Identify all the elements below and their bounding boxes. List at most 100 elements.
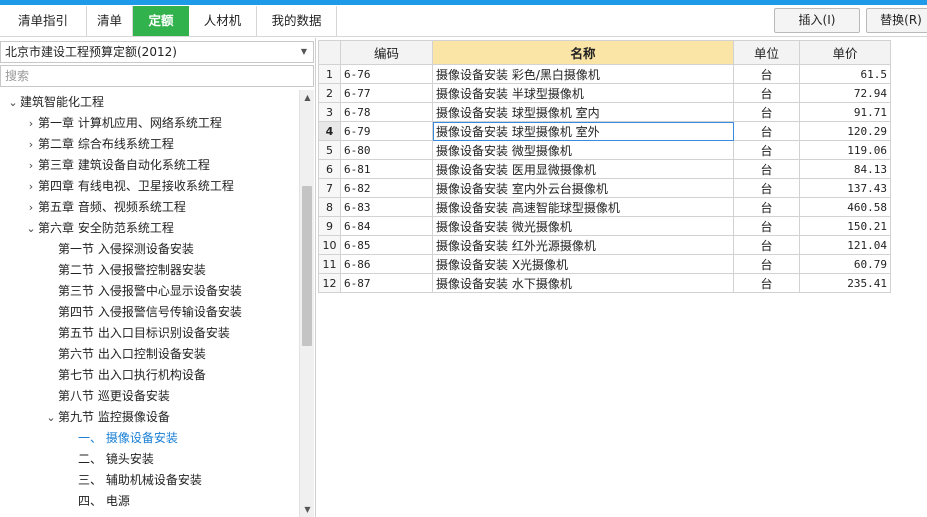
cell-name[interactable]: 摄像设备安装 水下摄像机	[432, 273, 734, 293]
cell-unit[interactable]: 台	[733, 216, 800, 236]
cell-code[interactable]: 6-81	[340, 159, 433, 179]
cell-name[interactable]: 摄像设备安装 室内外云台摄像机	[432, 178, 734, 198]
tree-node[interactable]: 第三节 入侵报警中心显示设备安装	[44, 281, 242, 302]
replace-button[interactable]: 替换(R)	[866, 8, 927, 33]
column-header-code[interactable]: 编码	[340, 40, 433, 65]
cell-code[interactable]: 6-77	[340, 83, 433, 103]
cell-price[interactable]: 60.79	[799, 254, 891, 274]
scroll-down-icon[interactable]: ▼	[300, 502, 315, 517]
tree-node[interactable]: › 第四章 有线电视、卫星接收系统工程	[24, 176, 234, 197]
tree-node[interactable]: › 第五章 音频、视频系统工程	[24, 197, 186, 218]
tab-labor-material-machine[interactable]: 人材机	[189, 6, 257, 36]
collapse-chevron-icon[interactable]: ⌄	[44, 407, 58, 428]
table-row[interactable]: 4 6-79 摄像设备安装 球型摄像机 室外台 120.29	[318, 121, 891, 141]
collapse-chevron-icon[interactable]: ⌄	[24, 218, 38, 239]
tree-node[interactable]: › 第二章 综合布线系统工程	[24, 134, 174, 155]
tab-bill[interactable]: 清单	[87, 6, 133, 36]
table-row[interactable]: 6 6-81 摄像设备安装 医用显微摄像机台 84.13	[318, 159, 891, 179]
cell-price[interactable]: 121.04	[799, 235, 891, 255]
cell-unit[interactable]: 台	[733, 140, 800, 160]
tree-node[interactable]: 第一节 入侵探测设备安装	[44, 239, 194, 260]
cell-name[interactable]: 摄像设备安装 微光摄像机	[432, 216, 734, 236]
table-row[interactable]: 12 6-87 摄像设备安装 水下摄像机台 235.41	[318, 273, 891, 293]
cell-code[interactable]: 6-82	[340, 178, 433, 198]
cell-unit[interactable]: 台	[733, 159, 800, 179]
table-row[interactable]: 10 6-85 摄像设备安装 红外光源摄像机台 121.04	[318, 235, 891, 255]
column-header-price[interactable]: 单价	[799, 40, 891, 65]
tab-quota[interactable]: 定额	[133, 6, 189, 36]
cell-code[interactable]: 6-86	[340, 254, 433, 274]
tree-node[interactable]: 第五节 出入口目标识别设备安装	[44, 323, 230, 344]
tree-scrollbar[interactable]: ▲ ▼	[299, 90, 314, 517]
cell-unit[interactable]: 台	[733, 273, 800, 293]
expand-chevron-icon[interactable]: ›	[24, 155, 38, 176]
cell-code[interactable]: 6-80	[340, 140, 433, 160]
table-row[interactable]: 5 6-80 摄像设备安装 微型摄像机台 119.06	[318, 140, 891, 160]
tree-node[interactable]: ⌄ 建筑智能化工程	[6, 92, 104, 113]
cell-name[interactable]: 摄像设备安装 球型摄像机 室外	[432, 121, 734, 141]
cell-name[interactable]: 摄像设备安装 高速智能球型摄像机	[432, 197, 734, 217]
cell-name[interactable]: 摄像设备安装 X光摄像机	[432, 254, 734, 274]
tree-node[interactable]: 第四节 入侵报警信号传输设备安装	[44, 302, 242, 323]
cell-price[interactable]: 61.5	[799, 64, 891, 84]
tree-node[interactable]: › 第一章 计算机应用、网络系统工程	[24, 113, 222, 134]
cell-unit[interactable]: 台	[733, 235, 800, 255]
cell-unit[interactable]: 台	[733, 178, 800, 198]
cell-name[interactable]: 摄像设备安装 半球型摄像机	[432, 83, 734, 103]
table-row[interactable]: 9 6-84 摄像设备安装 微光摄像机台 150.21	[318, 216, 891, 236]
expand-chevron-icon[interactable]: ›	[24, 113, 38, 134]
cell-code[interactable]: 6-84	[340, 216, 433, 236]
scroll-up-icon[interactable]: ▲	[300, 90, 315, 105]
column-header-name[interactable]: 名称	[432, 40, 734, 65]
insert-button[interactable]: 插入(I)	[774, 8, 860, 33]
cell-unit[interactable]: 台	[733, 64, 800, 84]
tab-bill-guide[interactable]: 清单指引	[0, 6, 87, 36]
tree-node[interactable]: ⌄ 第九节 监控摄像设备	[44, 407, 169, 428]
cell-code[interactable]: 6-85	[340, 235, 433, 255]
tab-my-data[interactable]: 我的数据	[257, 6, 337, 36]
cell-code[interactable]: 6-76	[340, 64, 433, 84]
cell-unit[interactable]: 台	[733, 83, 800, 103]
tree-node[interactable]: 第二节 入侵报警控制器安装	[44, 260, 206, 281]
cell-name[interactable]: 摄像设备安装 彩色/黑白摄像机	[432, 64, 734, 84]
cell-price[interactable]: 137.43	[799, 178, 891, 198]
cell-price[interactable]: 72.94	[799, 83, 891, 103]
table-row[interactable]: 8 6-83 摄像设备安装 高速智能球型摄像机台 460.58	[318, 197, 891, 217]
cell-name[interactable]: 摄像设备安装 微型摄像机	[432, 140, 734, 160]
collapse-chevron-icon[interactable]: ⌄	[6, 92, 20, 113]
cell-name[interactable]: 摄像设备安装 医用显微摄像机	[432, 159, 734, 179]
cell-price[interactable]: 235.41	[799, 273, 891, 293]
tree-node[interactable]: 第七节 出入口执行机构设备	[44, 365, 206, 386]
cell-unit[interactable]: 台	[733, 197, 800, 217]
tree-node[interactable]: 第八节 巡更设备安装	[44, 386, 170, 407]
tree-node[interactable]: 一、 摄像设备安装	[64, 428, 178, 449]
tree-node[interactable]: 三、 辅助机械设备安装	[64, 470, 202, 491]
cell-price[interactable]: 119.06	[799, 140, 891, 160]
column-header-unit[interactable]: 单位	[733, 40, 800, 65]
tree-node[interactable]: › 第三章 建筑设备自动化系统工程	[24, 155, 210, 176]
table-row[interactable]: 11 6-86 摄像设备安装 X光摄像机台 60.79	[318, 254, 891, 274]
cell-code[interactable]: 6-78	[340, 102, 433, 122]
cell-price[interactable]: 150.21	[799, 216, 891, 236]
tree-node[interactable]: ⌄ 第六章 安全防范系统工程	[24, 218, 173, 239]
cell-code[interactable]: 6-83	[340, 197, 433, 217]
quota-library-select[interactable]: 北京市建设工程预算定额(2012) ▼	[0, 41, 314, 63]
table-row[interactable]: 7 6-82 摄像设备安装 室内外云台摄像机台 137.43	[318, 178, 891, 198]
cell-code[interactable]: 6-79	[340, 121, 433, 141]
expand-chevron-icon[interactable]: ›	[24, 176, 38, 197]
table-row[interactable]: 2 6-77 摄像设备安装 半球型摄像机台 72.94	[318, 83, 891, 103]
table-row[interactable]: 3 6-78 摄像设备安装 球型摄像机 室内台 91.71	[318, 102, 891, 122]
cell-price[interactable]: 91.71	[799, 102, 891, 122]
search-input[interactable]: 搜索	[0, 65, 314, 87]
cell-price[interactable]: 460.58	[799, 197, 891, 217]
table-row[interactable]: 1 6-76 摄像设备安装 彩色/黑白摄像机台 61.5	[318, 64, 891, 84]
cell-unit[interactable]: 台	[733, 254, 800, 274]
tree-node[interactable]: 二、 镜头安装	[64, 449, 154, 470]
expand-chevron-icon[interactable]: ›	[24, 134, 38, 155]
cell-name[interactable]: 摄像设备安装 红外光源摄像机	[432, 235, 734, 255]
cell-price[interactable]: 120.29	[799, 121, 891, 141]
tree-node[interactable]: 第六节 出入口控制设备安装	[44, 344, 206, 365]
tree-node[interactable]: 四、 电源	[64, 491, 130, 512]
cell-unit[interactable]: 台	[733, 102, 800, 122]
expand-chevron-icon[interactable]: ›	[24, 197, 38, 218]
